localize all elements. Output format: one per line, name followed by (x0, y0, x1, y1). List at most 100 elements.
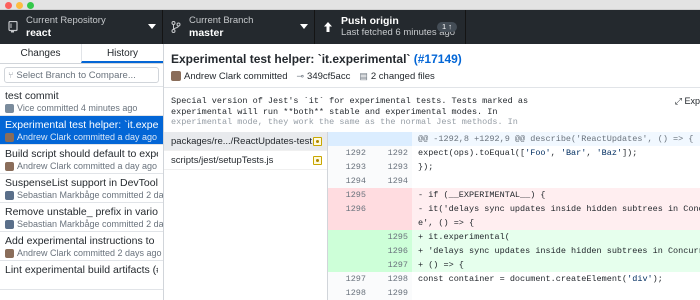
diff-line[interactable]: 1297 1298 const container = document.crea… (328, 272, 700, 286)
new-line-number (370, 216, 412, 230)
commit-meta: Andrew Clark committed ⊸ 349cf5acc ▤ 2 c… (171, 70, 444, 82)
commit-icon: ⊸ (296, 70, 305, 81)
file-diff-icon: ▤ (359, 70, 368, 81)
current-branch-label: Current Branch (189, 15, 254, 26)
modified-icon (313, 137, 322, 146)
diff-line-code (412, 174, 700, 188)
commit-list-item[interactable]: Experimental test helper: `it.experiment… (0, 116, 163, 145)
old-line-number: 1298 (328, 286, 370, 300)
avatar (171, 71, 181, 81)
diff-view: @@ -1292,8 +1292,9 @@ describe('ReactUpd… (328, 132, 700, 300)
new-line-number (370, 132, 412, 146)
commit-meta: Sebastian Markbåge committed 2 days... (5, 190, 163, 201)
commit-list-item[interactable]: test commit Vice committed 4 minutes ago (0, 87, 163, 116)
commit-meta-text: Andrew Clark committed a day ago (17, 132, 158, 142)
branch-icon (169, 20, 183, 34)
diff-line[interactable]: e', () => { (328, 216, 700, 230)
commit-title: SuspenseList support in DevTools (#... (5, 177, 158, 189)
old-line-number: 1295 (328, 188, 370, 202)
old-line-number (328, 132, 370, 146)
old-line-number: 1294 (328, 174, 370, 188)
repo-icon (6, 20, 20, 34)
chevron-down-icon (148, 24, 156, 29)
old-line-number (328, 258, 370, 272)
diff-line[interactable]: 1294 1294 (328, 174, 700, 188)
diff-line[interactable]: 1295 + it.experimental( (328, 230, 700, 244)
commit-list-item[interactable]: SuspenseList support in DevTools (#...Se… (0, 174, 163, 203)
diff-line-code: + 'delays sync updates inside hidden sub… (418, 246, 700, 256)
commit-list: test commit Vice committed 4 minutes ago E… (0, 87, 163, 290)
tab-changes[interactable]: Changes (0, 44, 81, 63)
changed-file-item[interactable]: scripts/jest/setupTests.js (164, 151, 327, 170)
diff-line-code: e', () => { (418, 218, 475, 228)
new-line-number (370, 202, 412, 216)
diff-line-code (412, 286, 700, 300)
push-count-badge: 1 ↑ (436, 22, 457, 32)
avatar (5, 220, 14, 229)
commit-title: Remove unstable_ prefix in various in... (5, 206, 158, 218)
commit-author: Andrew Clark committed (184, 70, 288, 82)
expand-description-button[interactable]: ⤢ Exp (675, 96, 700, 107)
current-repository-button[interactable]: Current Repository react (0, 10, 163, 44)
history-sidebar: Changes History ⑂ Select Branch to Compa… (0, 44, 164, 300)
commit-title: Experimental test helper: `it.experiment… (171, 52, 462, 66)
commit-sha[interactable]: 349cf5acc (307, 71, 350, 82)
commit-meta-text: Sebastian Markbåge committed 2 days... (17, 219, 163, 229)
changed-files-list: packages/re.../ReactUpdates-test.js scrip… (164, 132, 328, 300)
new-line-number: 1295 (370, 230, 412, 244)
diff-line[interactable]: 1293 1293 }); (328, 160, 700, 174)
old-line-number: 1293 (328, 160, 370, 174)
commit-description-line: experimental mode, they work the same as… (171, 117, 518, 127)
current-branch-name: master (189, 27, 224, 39)
diff-line[interactable]: 1295 - if (__EXPERIMENTAL__) { (328, 188, 700, 202)
commit-meta-text: Sebastian Markbåge committed 2 days... (17, 190, 163, 200)
diff-hunk-header: @@ -1292,8 +1292,9 @@ describe('ReactUpd… (328, 132, 700, 146)
push-origin-button[interactable]: Push origin Last fetched 6 minutes ago 1… (315, 10, 466, 44)
diff-line[interactable]: 1296 + 'delays sync updates inside hidden… (328, 244, 700, 258)
diff-line[interactable]: 1292 1292 expect(ops).toEqual(['Foo', 'Ba… (328, 146, 700, 160)
file-path: packages/re.../ReactUpdates-test.js (171, 135, 322, 147)
commit-meta: Andrew Clark committed a day ago (5, 132, 158, 143)
new-line-number: 1299 (370, 286, 412, 300)
commit-description-line: Special version of Jest's `it` for exper… (171, 96, 529, 106)
divider (164, 87, 700, 88)
diff-line[interactable]: 1297 + () => { (328, 258, 700, 272)
tab-history[interactable]: History (81, 44, 163, 63)
files-changed-count: 2 changed files (370, 70, 435, 82)
diff-line-code: - if (__EXPERIMENTAL__) { (418, 190, 546, 200)
toolbar: Current Repository react Current Branch … (0, 10, 700, 44)
diff-hunk-text: @@ -1292,8 +1292,9 @@ describe('ReactUpd… (418, 134, 694, 144)
diff-line-code: expect(ops).toEqual(['Foo', 'Bar', 'Baz'… (418, 148, 638, 158)
branch-compare-input[interactable]: ⑂ Select Branch to Compare... (4, 67, 159, 83)
diff-line-code: }); (418, 162, 434, 172)
new-line-number: 1292 (370, 146, 412, 160)
current-branch-button[interactable]: Current Branch master (163, 10, 315, 44)
close-window-button[interactable] (5, 2, 12, 9)
commit-meta: Andrew Clark committed a day ago (5, 161, 158, 172)
new-line-number (370, 188, 412, 202)
commit-detail-pane: Experimental test helper: `it.experiment… (164, 44, 700, 300)
diff-line[interactable]: 1296 - it('delays sync updates inside hid… (328, 202, 700, 216)
zoom-window-button[interactable] (27, 2, 34, 9)
current-repository-name: react (26, 27, 52, 39)
changed-file-item[interactable]: packages/re.../ReactUpdates-test.js (164, 132, 327, 151)
commit-title: Experimental test helper: `it.experiment… (5, 119, 158, 131)
diff-line[interactable]: 1298 1299 (328, 286, 700, 300)
diff-line-code: + it.experimental( (418, 232, 510, 242)
pull-request-link[interactable]: (#17149) (414, 52, 462, 66)
file-path: scripts/jest/setupTests.js (171, 154, 274, 166)
new-line-number: 1298 (370, 272, 412, 286)
commit-description: Special version of Jest's `it` for exper… (171, 96, 671, 128)
commit-title: Lint experimental build artifacts (#17..… (5, 264, 158, 276)
commit-list-item[interactable]: Lint experimental build artifacts (#17..… (0, 261, 163, 290)
commit-list-item[interactable]: Build script should default to experi...… (0, 145, 163, 174)
commit-list-item[interactable]: Remove unstable_ prefix in various in...… (0, 203, 163, 232)
modified-icon (313, 156, 322, 165)
avatar (5, 249, 14, 258)
minimize-window-button[interactable] (16, 2, 23, 9)
expand-icon: ⤢ (674, 96, 682, 106)
old-line-number: 1296 (328, 202, 370, 216)
avatar (5, 191, 14, 200)
commit-list-item[interactable]: Add experimental instructions to rele...… (0, 232, 163, 261)
sidebar-tabs: Changes History (0, 44, 163, 64)
